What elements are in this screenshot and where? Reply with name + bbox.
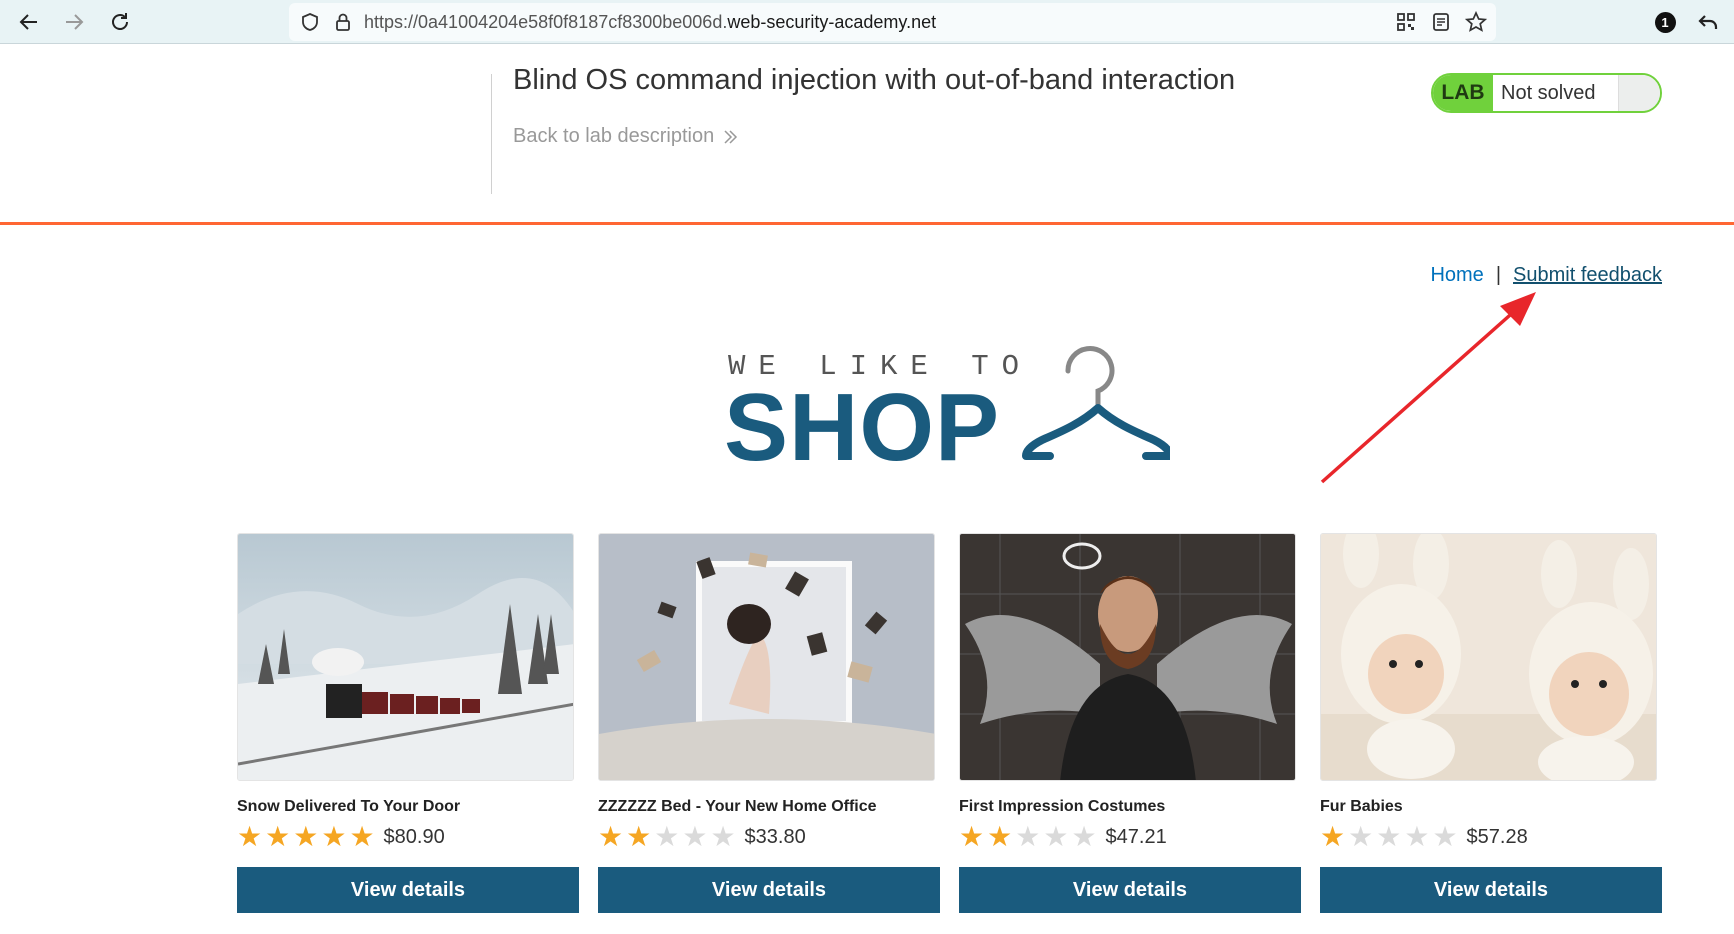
star-rating: ★ ★ ★ ★ ★: [237, 823, 375, 851]
view-details-button[interactable]: View details: [959, 867, 1301, 913]
star-empty-icon: ★: [1043, 821, 1069, 852]
star-filled-icon: ★: [349, 821, 375, 852]
star-empty-icon: ★: [710, 821, 736, 852]
view-details-button[interactable]: View details: [1320, 867, 1662, 913]
star-filled-icon: ★: [237, 821, 263, 852]
star-empty-icon: ★: [1015, 821, 1041, 852]
star-filled-icon: ★: [987, 821, 1013, 852]
star-filled-icon: ★: [1320, 821, 1346, 852]
product-price: $80.90: [383, 825, 445, 848]
product-name[interactable]: Fur Babies: [1320, 798, 1662, 816]
shield-icon[interactable]: [297, 9, 323, 35]
lab-status-text: Not solved: [1501, 81, 1596, 104]
bookmark-star-icon[interactable]: [1463, 9, 1489, 35]
product-rating: ★ ★ ★ ★ ★ $57.28: [1320, 822, 1662, 852]
star-empty-icon: ★: [654, 821, 680, 852]
star-filled-icon: ★: [626, 821, 652, 852]
star-rating: ★ ★ ★ ★ ★: [959, 823, 1097, 851]
product-rating: ★ ★ ★ ★ ★ $47.21: [959, 822, 1301, 852]
product-image-snow-train[interactable]: [237, 533, 574, 781]
star-empty-icon: ★: [1432, 821, 1458, 852]
browser-toolbar: https://0a41004204e58f0f8187cf8300be006d…: [0, 0, 1734, 44]
lab-status-indicator: [1618, 75, 1660, 111]
star-filled-icon: ★: [321, 821, 347, 852]
back-to-lab-description-link[interactable]: Back to lab description: [513, 125, 738, 148]
star-empty-icon: ★: [1376, 821, 1402, 852]
product-price: $57.28: [1466, 825, 1528, 848]
star-filled-icon: ★: [265, 821, 291, 852]
product-card: Fur Babies ★ ★ ★ ★ ★ $57.28 View details: [1320, 533, 1662, 913]
extension-badge-count: 1: [1654, 11, 1676, 33]
double-chevron-right-icon: [724, 129, 738, 144]
nav-separator: |: [1495, 264, 1502, 286]
product-price: $33.80: [744, 825, 806, 848]
product-image-fur-babies[interactable]: [1320, 533, 1657, 781]
extension-badge-icon[interactable]: 1: [1650, 7, 1680, 37]
lab-badge-label: LAB: [1433, 75, 1493, 111]
star-empty-icon: ★: [1404, 821, 1430, 852]
star-empty-icon: ★: [1348, 821, 1374, 852]
address-bar[interactable]: https://0a41004204e58f0f8187cf8300be006d…: [289, 3, 1496, 41]
lock-icon[interactable]: [330, 9, 356, 35]
forward-arrow-icon[interactable]: [59, 7, 89, 37]
product-rating: ★ ★ ★ ★ ★ $33.80: [598, 822, 940, 852]
annotation-arrow-icon: [1320, 292, 1536, 484]
product-card: First Impression Costumes ★ ★ ★ ★ ★ $47.21 V…: [959, 533, 1301, 913]
top-nav-links: Home | Submit feedback: [1430, 264, 1662, 287]
logo-shop-text: SHOP: [724, 374, 1001, 481]
product-image-bed-books[interactable]: [598, 533, 935, 781]
product-card: ZZZZZZ Bed - Your New Home Office ★ ★ ★ ★ ★ …: [598, 533, 940, 913]
star-empty-icon: ★: [1071, 821, 1097, 852]
product-card: Snow Delivered To Your Door ★ ★ ★ ★ ★ $80.90…: [237, 533, 579, 913]
hanger-icon: [1022, 346, 1170, 460]
product-name[interactable]: First Impression Costumes: [959, 798, 1301, 816]
qr-code-icon[interactable]: [1393, 9, 1419, 35]
product-image-angel-man[interactable]: [959, 533, 1296, 781]
lab-status-badge: LAB Not solved: [1431, 73, 1662, 113]
back-link-label: Back to lab description: [513, 125, 715, 147]
product-rating: ★ ★ ★ ★ ★ $80.90: [237, 822, 579, 852]
star-filled-icon: ★: [959, 821, 985, 852]
home-link[interactable]: Home: [1430, 264, 1483, 286]
star-filled-icon: ★: [293, 821, 319, 852]
star-rating: ★ ★ ★ ★ ★: [598, 823, 736, 851]
star-filled-icon: ★: [598, 821, 624, 852]
product-price: $47.21: [1105, 825, 1167, 848]
product-name[interactable]: ZZZZZZ Bed - Your New Home Office: [598, 798, 940, 816]
lab-header: Blind OS command injection with out-of-b…: [0, 44, 1734, 225]
reader-view-icon[interactable]: [1428, 9, 1454, 35]
back-arrow-icon[interactable]: [14, 7, 44, 37]
undo-arrow-icon[interactable]: [1693, 7, 1723, 37]
url-text[interactable]: https://0a41004204e58f0f8187cf8300be006d…: [364, 12, 936, 33]
product-name[interactable]: Snow Delivered To Your Door: [237, 798, 579, 816]
view-details-button[interactable]: View details: [598, 867, 940, 913]
shop-logo: WE LIKE TO SHOP: [724, 346, 1170, 476]
star-empty-icon: ★: [682, 821, 708, 852]
lab-title: Blind OS command injection with out-of-b…: [513, 64, 1236, 96]
star-rating: ★ ★ ★ ★ ★: [1320, 823, 1458, 851]
view-details-button[interactable]: View details: [237, 867, 579, 913]
submit-feedback-link[interactable]: Submit feedback: [1513, 264, 1662, 286]
header-divider: [491, 74, 492, 194]
reload-icon[interactable]: [105, 7, 135, 37]
